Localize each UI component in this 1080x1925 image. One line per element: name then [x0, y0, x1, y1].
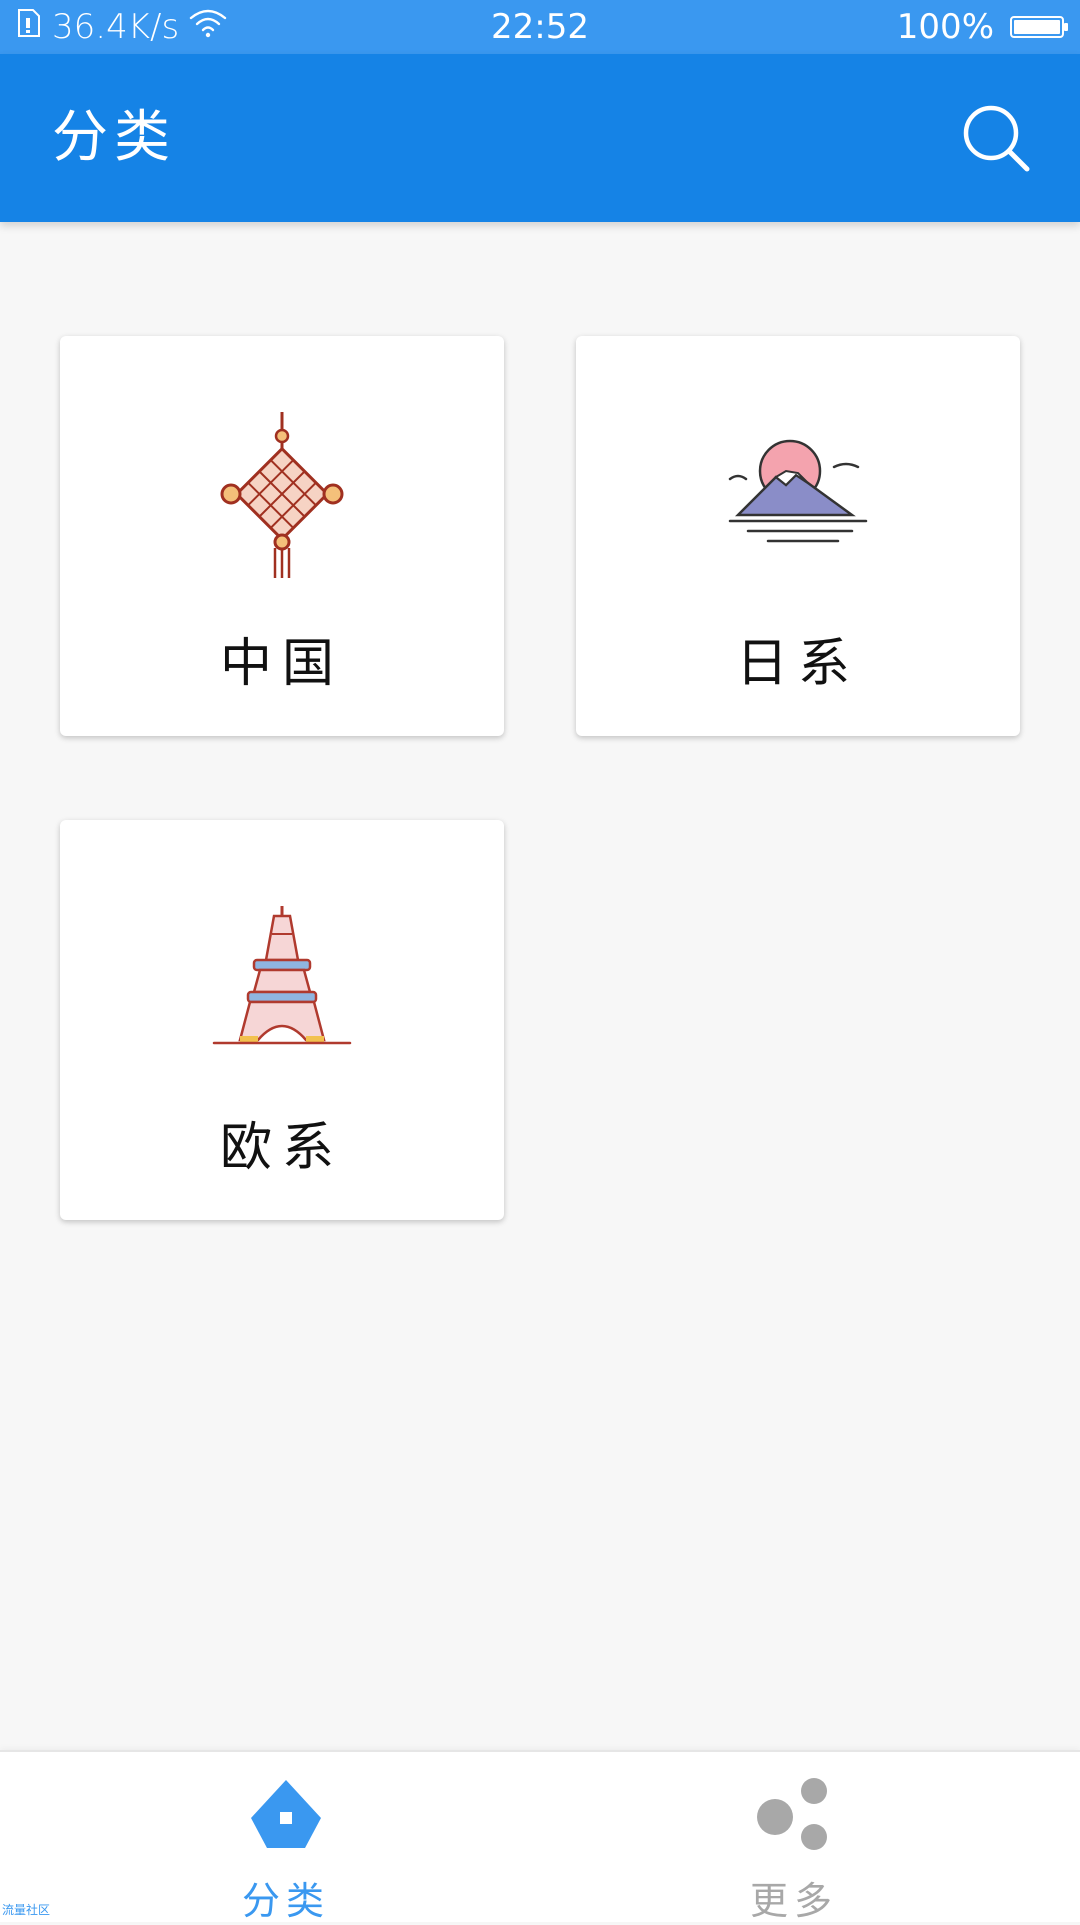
mount-fuji-icon — [728, 410, 868, 580]
chinese-knot-icon — [212, 410, 352, 580]
more-dots-icon — [744, 1770, 844, 1860]
eiffel-tower-icon — [212, 894, 352, 1064]
nav-label-category: 分类 — [241, 1879, 330, 1923]
wifi-icon — [189, 7, 227, 47]
status-right: 100% — [896, 0, 1068, 54]
category-card-japan[interactable]: 日系 — [576, 336, 1020, 736]
bottom-nav: 分类 更多 — [0, 1750, 1080, 1923]
nav-item-more[interactable]: 更多 — [644, 1752, 944, 1923]
battery-fill — [1014, 20, 1060, 34]
app-bar: 分类 — [0, 54, 1080, 222]
category-label: 中国 — [219, 634, 344, 694]
battery-icon — [1010, 16, 1068, 38]
category-card-china[interactable]: 中国 — [60, 336, 504, 736]
net-speed: 36.4K/s — [52, 7, 180, 47]
nav-label-more: 更多 — [749, 1879, 838, 1923]
watermark: 流量社区 — [2, 1903, 51, 1917]
category-label: 欧系 — [219, 1118, 344, 1178]
status-left: 36.4K/s — [16, 0, 227, 54]
nav-item-category[interactable]: 分类 — [136, 1752, 436, 1923]
category-label: 日系 — [735, 634, 860, 694]
category-card-europe[interactable]: 欧系 — [60, 820, 504, 1220]
search-button[interactable] — [956, 98, 1036, 178]
category-icon — [236, 1770, 336, 1860]
page-title: 分类 — [52, 105, 176, 170]
search-icon — [963, 105, 1030, 172]
status-bar: 36.4K/s 22:52 100% — [0, 0, 1080, 54]
battery-percent: 100% — [896, 7, 994, 47]
sim-icon — [16, 7, 42, 47]
